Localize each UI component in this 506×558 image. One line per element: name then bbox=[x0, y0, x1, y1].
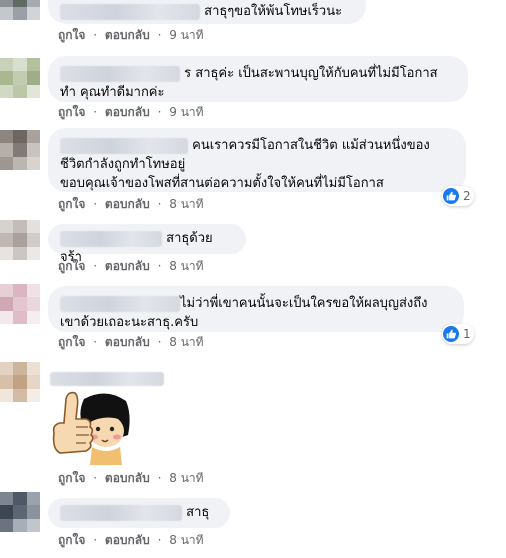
commenter-name[interactable] bbox=[60, 295, 180, 312]
avatar[interactable] bbox=[0, 284, 40, 324]
comment-text-line-2: เขาด้วยเถอะนะสาธุ.ครับ bbox=[60, 315, 199, 330]
timestamp[interactable]: 9 นาที bbox=[169, 105, 203, 119]
timestamp[interactable]: 8 นาที bbox=[169, 259, 203, 273]
reaction-number: 1 bbox=[463, 327, 471, 341]
comment-text-line-2: ชีวิตกำลังถูกทำโทษอยู่ bbox=[60, 157, 186, 172]
comment-text-line-1: ร สาธุค่ะ เป็นสะพานบุญให้กับคนที่ไม่มีโอ… bbox=[184, 66, 438, 81]
reply-link[interactable]: ตอบกลับ bbox=[105, 105, 150, 119]
avatar[interactable] bbox=[0, 58, 40, 98]
like-link[interactable]: ถูกใจ bbox=[58, 28, 85, 42]
like-link[interactable]: ถูกใจ bbox=[58, 259, 85, 273]
commenter-name[interactable] bbox=[60, 230, 162, 247]
reply-link[interactable]: ตอบกลับ bbox=[105, 471, 150, 485]
comment-text-line-1: ไม่ว่าพี่เขาคนนั้นจะเป็นใครขอให้ผลบุญส่ง… bbox=[180, 296, 428, 311]
comment-actions: ถูกใจ · ตอบกลับ · 8 นาที bbox=[58, 259, 204, 273]
like-link[interactable]: ถูกใจ bbox=[58, 335, 85, 349]
comment-actions: ถูกใจ · ตอบกลับ · 9 นาที bbox=[58, 28, 204, 42]
like-link[interactable]: ถูกใจ bbox=[58, 105, 85, 119]
comment-actions: ถูกใจ · ตอบกลับ · 8 นาที bbox=[58, 335, 204, 349]
comment-bubble: สาธุ bbox=[48, 498, 230, 528]
avatar[interactable] bbox=[0, 220, 40, 260]
timestamp[interactable]: 8 นาที bbox=[169, 335, 203, 349]
comment-text: สาธุๆขอให้พ้นโทษเร็วนะ bbox=[204, 4, 343, 19]
comment-actions: ถูกใจ · ตอบกลับ · 8 นาที bbox=[58, 533, 204, 547]
reply-link[interactable]: ตอบกลับ bbox=[105, 533, 150, 547]
timestamp[interactable]: 8 นาที bbox=[169, 471, 203, 485]
like-link[interactable]: ถูกใจ bbox=[58, 471, 85, 485]
like-icon bbox=[443, 188, 459, 204]
thumbs-up-girl-sticker[interactable] bbox=[48, 385, 132, 469]
commenter-name[interactable] bbox=[60, 504, 182, 521]
comment-actions: ถูกใจ · ตอบกลับ · 9 นาที bbox=[58, 105, 204, 119]
timestamp[interactable]: 8 นาที bbox=[169, 533, 203, 547]
comment-bubble: สาธุๆขอให้พ้นโทษเร็วนะ bbox=[48, 0, 366, 24]
like-icon bbox=[443, 326, 459, 342]
reaction-number: 2 bbox=[463, 189, 471, 203]
reply-link[interactable]: ตอบกลับ bbox=[105, 335, 150, 349]
commenter-name[interactable] bbox=[60, 65, 180, 82]
comment-text: สาธุ bbox=[186, 505, 210, 520]
comment-bubble: ไม่ว่าพี่เขาคนนั้นจะเป็นใครขอให้ผลบุญส่ง… bbox=[48, 286, 464, 332]
timestamp[interactable]: 8 นาที bbox=[169, 197, 203, 211]
avatar[interactable] bbox=[0, 362, 40, 402]
like-link[interactable]: ถูกใจ bbox=[58, 197, 85, 211]
reply-link[interactable]: ตอบกลับ bbox=[105, 259, 150, 273]
reply-link[interactable]: ตอบกลับ bbox=[105, 197, 150, 211]
like-link[interactable]: ถูกใจ bbox=[58, 533, 85, 547]
comment-text-line-3: ขอบคุณเจ้าของโพสที่สานต่อความตั้งใจให้คน… bbox=[60, 176, 384, 191]
commenter-name[interactable] bbox=[50, 371, 164, 386]
timestamp[interactable]: 9 นาที bbox=[169, 28, 203, 42]
reply-link[interactable]: ตอบกลับ bbox=[105, 28, 150, 42]
avatar[interactable] bbox=[0, 130, 40, 170]
reaction-count[interactable]: 1 bbox=[442, 324, 474, 344]
comment-bubble: สาธุด้วยจร้า bbox=[48, 224, 246, 265]
comment-actions: ถูกใจ · ตอบกลับ · 8 นาที bbox=[58, 197, 204, 211]
comment-text-line-2: ทำ คุณทำดีมากค่ะ bbox=[60, 85, 165, 100]
comment-bubble: ร สาธุค่ะ เป็นสะพานบุญให้กับคนที่ไม่มีโอ… bbox=[48, 56, 468, 102]
commenter-name[interactable] bbox=[60, 3, 200, 20]
comment-actions: ถูกใจ · ตอบกลับ · 8 นาที bbox=[58, 471, 204, 485]
comment-bubble: คนเราควรมีโอกาสในชีวิต แม้ส่วนหนึ่งของ ช… bbox=[48, 128, 466, 192]
reaction-count[interactable]: 2 bbox=[442, 186, 474, 206]
commenter-name[interactable] bbox=[60, 137, 188, 154]
avatar[interactable] bbox=[0, 492, 40, 532]
avatar[interactable] bbox=[0, 0, 40, 20]
comment-text-line-1: คนเราควรมีโอกาสในชีวิต แม้ส่วนหนึ่งของ bbox=[192, 138, 430, 153]
